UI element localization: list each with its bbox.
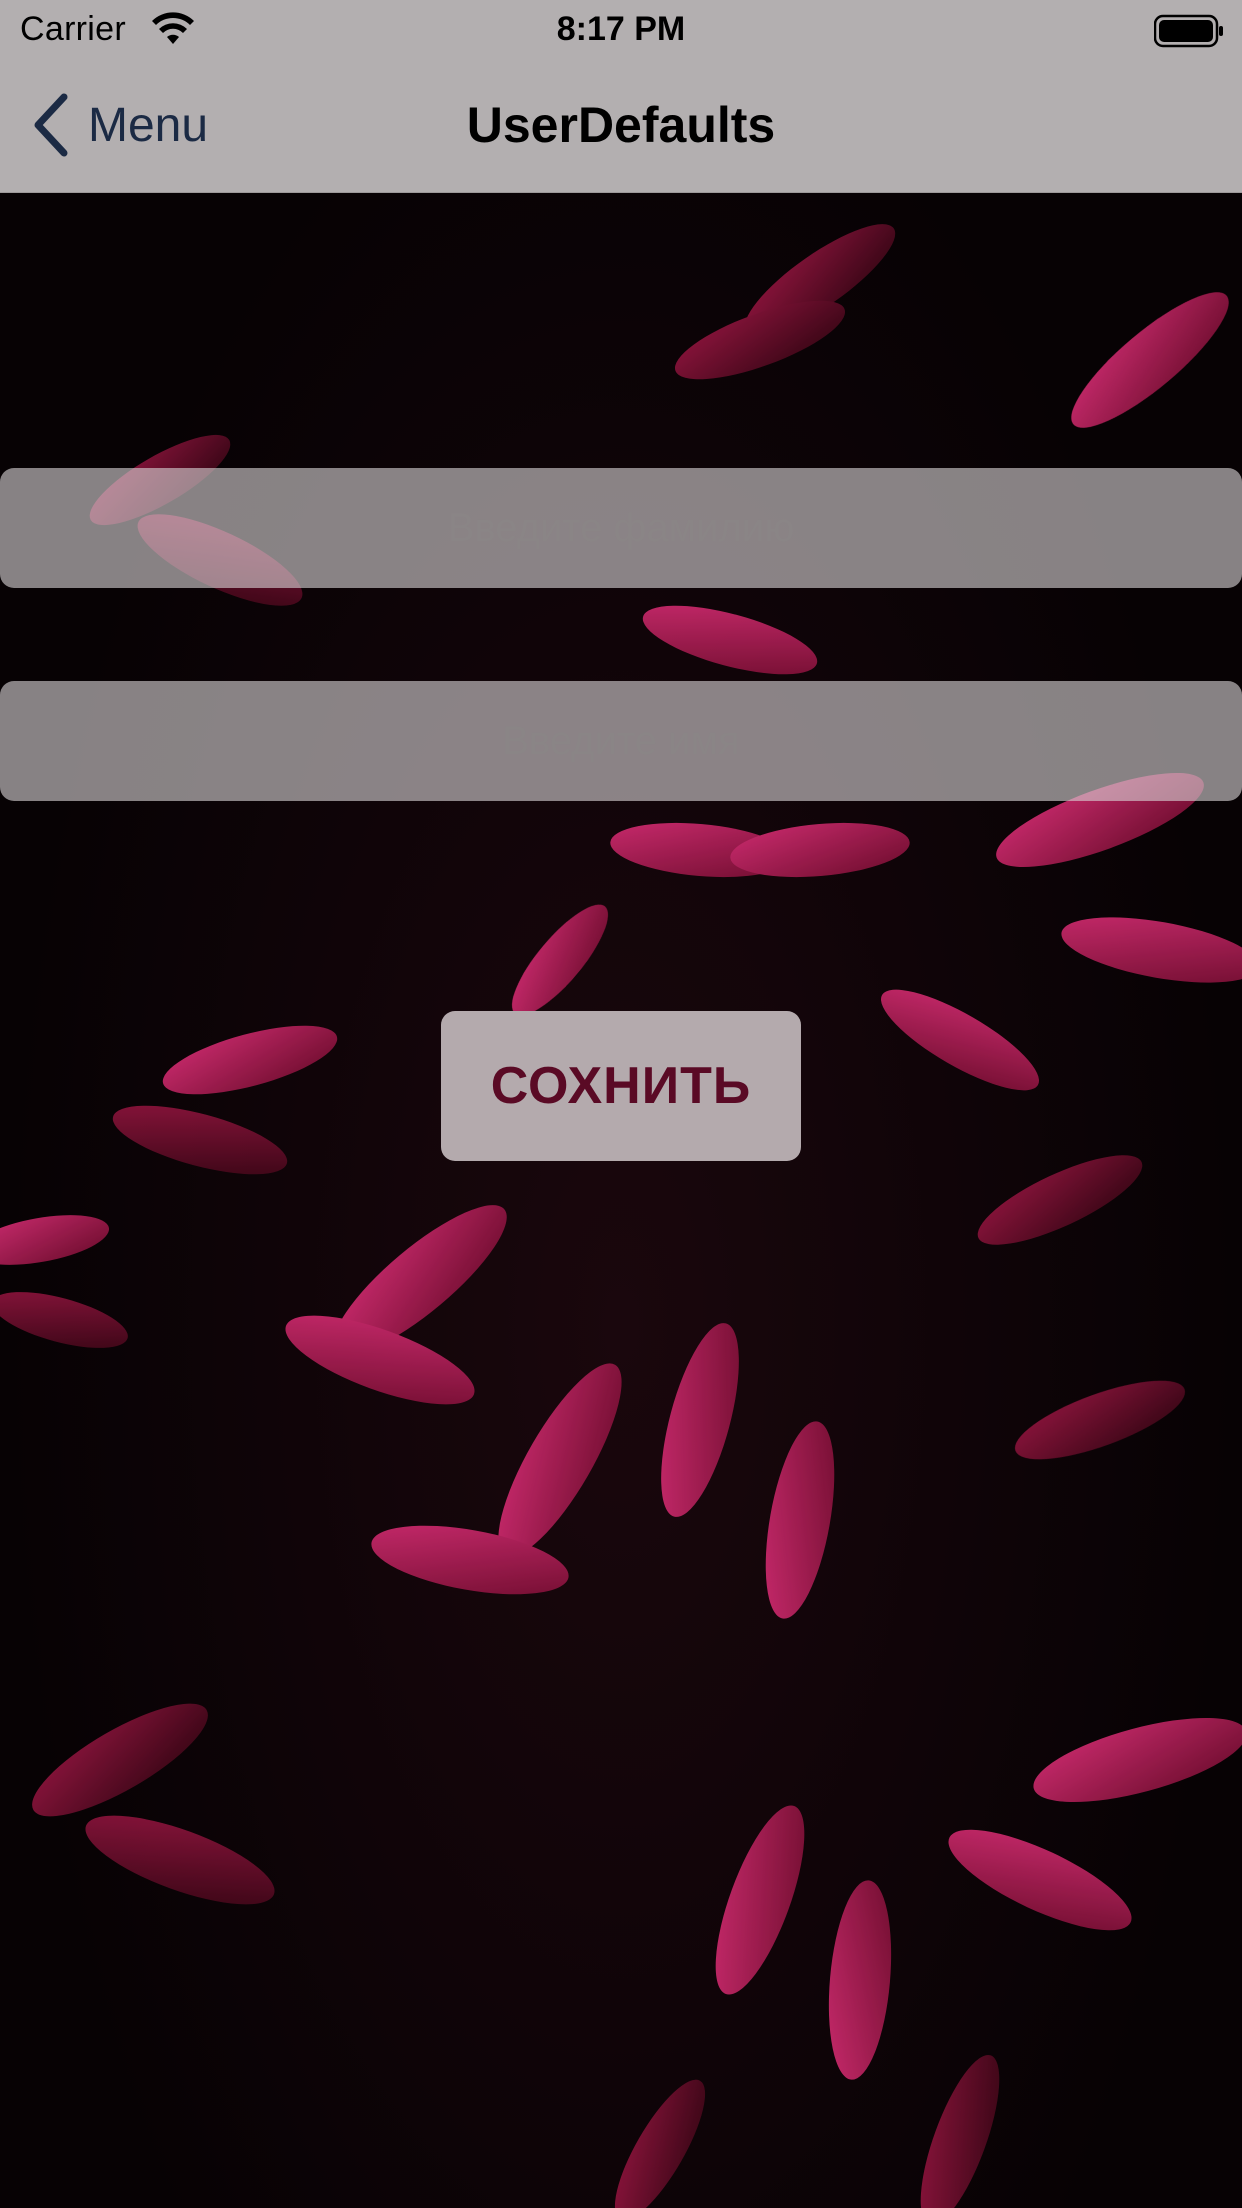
status-bar: Carrier 8:17 PM	[0, 0, 1242, 60]
save-button[interactable]: СОХНИТЬ	[441, 1011, 801, 1161]
first-name-input[interactable]	[0, 681, 1242, 801]
last-name-input[interactable]	[0, 468, 1242, 588]
navigation-bar: Menu UserDefaults	[0, 60, 1242, 193]
clock-time: 8:17 PM	[556, 10, 686, 48]
battery-icon	[1154, 14, 1223, 48]
page-title: UserDefaults	[466, 97, 776, 153]
